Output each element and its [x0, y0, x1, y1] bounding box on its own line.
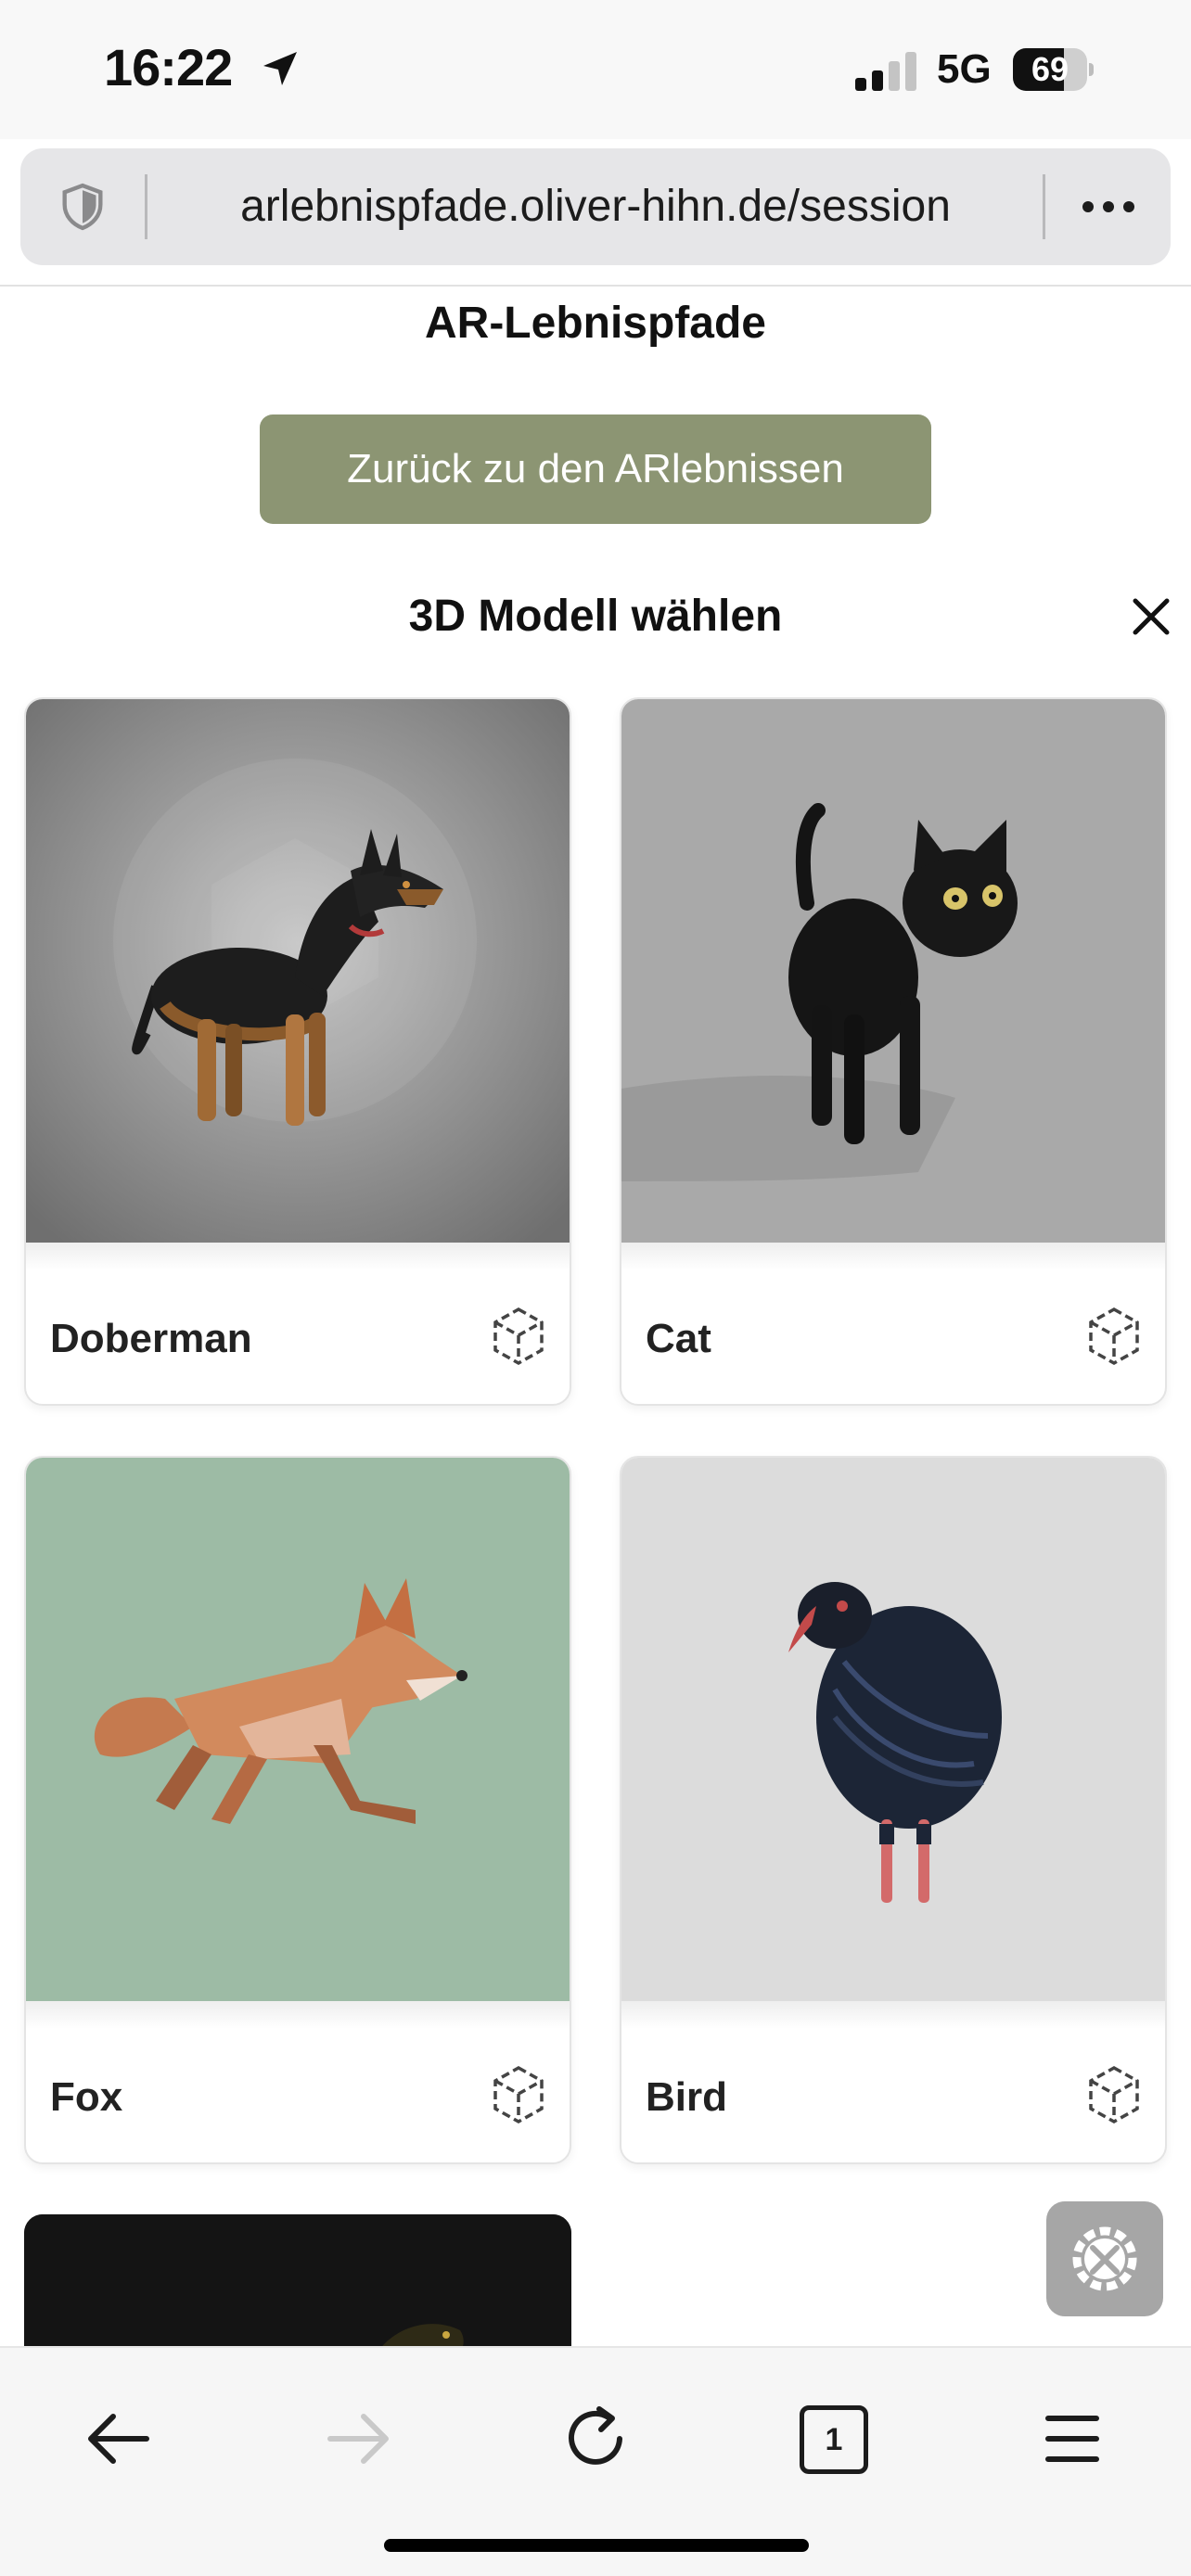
page-title: AR-Lebnispfade: [424, 299, 766, 348]
model-card-cat[interactable]: Cat: [620, 697, 1167, 1406]
model-preview-bird[interactable]: [621, 1458, 1165, 2001]
battery-percent: 69: [1031, 50, 1069, 88]
fox-image: [26, 1458, 570, 2001]
bird-image: [621, 1458, 1165, 2001]
model-card-doberman[interactable]: Doberman: [24, 697, 571, 1406]
reload-icon[interactable]: [557, 2400, 634, 2478]
settings-tools-icon: [1072, 2226, 1137, 2291]
forward-arrow-icon[interactable]: [319, 2400, 397, 2478]
model-card-bird[interactable]: Bird: [620, 1456, 1167, 2164]
section-title: 3D Modell wählen: [408, 592, 783, 641]
status-time: 16:22: [104, 38, 233, 96]
location-arrow-icon: [263, 52, 297, 85]
status-bar: 16:22 5G 69: [0, 0, 1191, 139]
address-bar[interactable]: arlebnispfade.oliver-hihn.de/session: [20, 148, 1171, 265]
model-name-cat: Cat: [646, 1316, 711, 1361]
tabs-icon[interactable]: 1: [800, 2405, 868, 2474]
signal-icon: [855, 52, 916, 91]
home-indicator[interactable]: [384, 2539, 809, 2552]
model-name-fox: Fox: [50, 2074, 123, 2120]
network-label: 5G: [937, 46, 992, 92]
menu-icon[interactable]: [1033, 2400, 1111, 2478]
model-preview-doberman[interactable]: [26, 699, 570, 1243]
3d-cube-icon[interactable]: [490, 1306, 547, 1367]
back-to-arlebnisse-button[interactable]: Zurück zu den ARlebnissen: [260, 414, 931, 524]
address-divider: [1043, 174, 1045, 239]
back-arrow-icon[interactable]: [80, 2400, 158, 2478]
chrome-divider: [0, 285, 1191, 287]
model-preview-cat[interactable]: [621, 699, 1165, 1243]
3d-cube-icon[interactable]: [1085, 1306, 1143, 1367]
address-divider: [145, 174, 147, 239]
model-preview-fox[interactable]: [26, 1458, 570, 2001]
cat-image: [621, 699, 1165, 1243]
model-name-bird: Bird: [646, 2074, 727, 2120]
doberman-image: [26, 699, 570, 1243]
battery-icon: 69: [1013, 48, 1094, 91]
3d-cube-icon[interactable]: [1085, 2064, 1143, 2125]
url-text[interactable]: arlebnispfade.oliver-hihn.de/session: [160, 148, 1031, 265]
model-name-doberman: Doberman: [50, 1316, 252, 1361]
more-icon[interactable]: [1076, 185, 1141, 228]
close-icon[interactable]: [1128, 593, 1174, 640]
model-card-fox[interactable]: Fox: [24, 1456, 571, 2164]
settings-button[interactable]: [1046, 2201, 1163, 2316]
shield-icon[interactable]: [56, 180, 109, 234]
3d-cube-icon[interactable]: [490, 2064, 547, 2125]
